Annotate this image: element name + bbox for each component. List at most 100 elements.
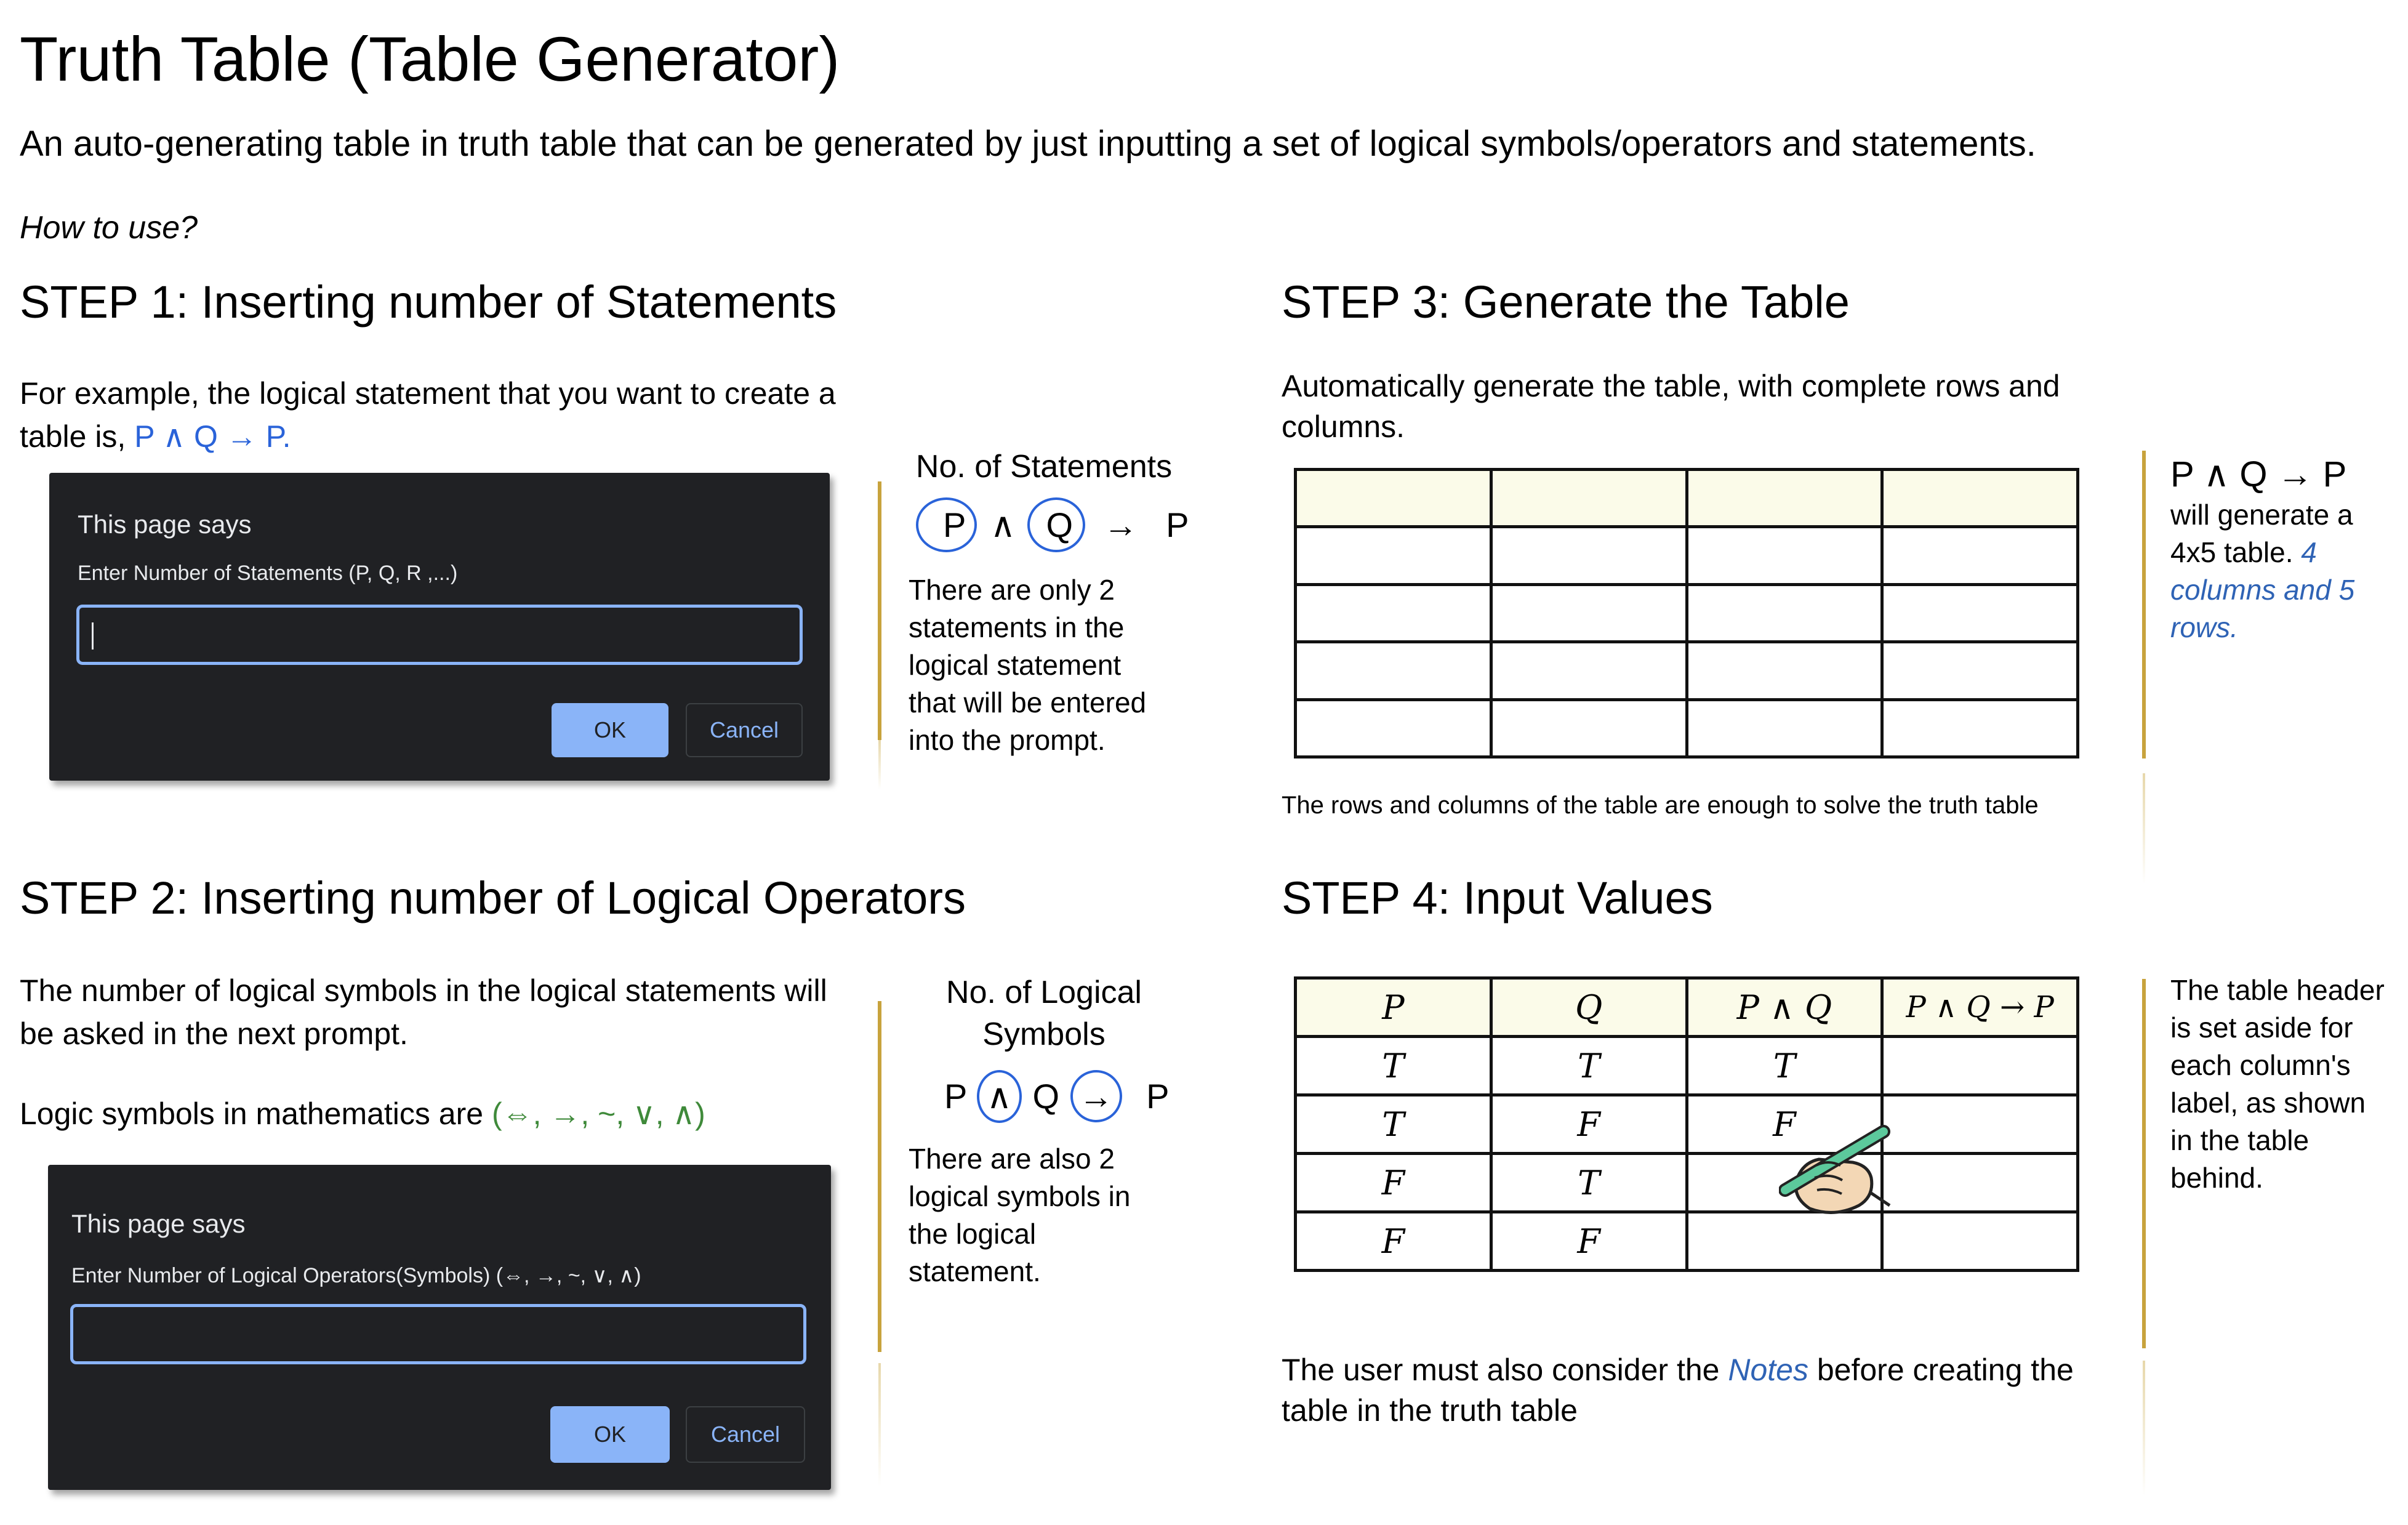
page-subtitle: An auto-generating table in truth table …	[20, 124, 2036, 164]
table-cell	[1489, 525, 1688, 586]
step2-side-note: There are also 2 logical symbols in the …	[909, 1140, 1130, 1290]
step2-cancel-button[interactable]: Cancel	[686, 1406, 805, 1463]
table-cell	[1685, 582, 1884, 644]
step1-text-line2: table is, P ∧ Q → P.	[20, 415, 836, 458]
text-caret	[92, 622, 94, 650]
step2-side-formula: P ∧ Q → P	[944, 1070, 1170, 1123]
note-line: 4x5 table. 4	[2170, 534, 2354, 571]
table-cell	[1294, 582, 1493, 644]
step1-divider-fade	[878, 740, 881, 789]
writing-hand-icon	[1779, 1125, 1891, 1214]
formula-implies-symbol: →	[1103, 505, 1138, 544]
table-header-p-and-q-implies-p: P ∧ Q → P	[1880, 976, 2079, 1038]
step1-cancel-button[interactable]: Cancel	[686, 703, 803, 757]
formula-and-symbol: ∧	[990, 505, 1016, 544]
step1-side-label: No. of Statements	[915, 449, 1173, 485]
step1-dialog-title: This page says	[78, 510, 252, 539]
step4-heading: STEP 4: Input Values	[1282, 872, 1713, 923]
step4-text-line1: The user must also consider the Notes be…	[1282, 1350, 2074, 1390]
step1-dialog-prompt: Enter Number of Statements (P, Q, R ,...…	[78, 561, 458, 585]
step2-dialog-title: This page says	[71, 1209, 246, 1238]
table-cell	[1880, 525, 2079, 586]
table-cell: T	[1294, 1093, 1493, 1155]
step2-divider-fade	[878, 1363, 881, 1486]
step3-side-note: will generate a 4x5 table. 4 columns and…	[2170, 496, 2354, 646]
table-header-q: Q	[1489, 976, 1688, 1038]
step2-ok-button[interactable]: OK	[550, 1406, 670, 1463]
table-cell	[1880, 1152, 2079, 1213]
table-cell: F	[1489, 1210, 1688, 1272]
page-title: Truth Table (Table Generator)	[20, 24, 840, 94]
step3-text-line1: Automatically generate the table, with c…	[1282, 369, 2060, 403]
circled-statement-p: P	[916, 497, 977, 552]
step3-caption: The rows and columns of the table are en…	[1282, 792, 2039, 819]
note-line: is set aside for	[2170, 1012, 2353, 1044]
table-cell: T	[1685, 1035, 1884, 1096]
notes-link[interactable]: Notes	[1728, 1353, 1808, 1387]
table-cell	[1489, 640, 1688, 701]
step2-symbols-list: (⇔, →, ~, ∨, ∧)	[491, 1096, 705, 1131]
table-cell	[1294, 467, 1493, 529]
table-cell	[1880, 640, 2079, 701]
note-line: label, as shown	[2170, 1087, 2366, 1119]
step3-heading: STEP 3: Generate the Table	[1282, 276, 1850, 328]
step2-dialog-prompt: Enter Number of Logical Operators(Symbol…	[71, 1264, 641, 1287]
step2-side-label: No. of Logical Symbols	[910, 972, 1178, 1055]
circled-and-symbol: ∧	[976, 1070, 1022, 1123]
step2-text: The number of logical symbols in the log…	[20, 969, 827, 1055]
note-highlight: columns and 5	[2170, 574, 2355, 606]
step1-text: For example, the logical statement that …	[20, 372, 836, 458]
table-cell	[1489, 582, 1688, 644]
step2-prompt-dialog: This page says Enter Number of Logical O…	[48, 1165, 831, 1490]
table-header-p-and-q: P ∧ Q	[1685, 976, 1884, 1038]
table-cell	[1880, 582, 2079, 644]
step1-divider	[878, 481, 881, 740]
note-line: in the table	[2170, 1124, 2310, 1156]
step4-side-note: The table header is set aside for each c…	[2170, 972, 2385, 1197]
table-cell	[1880, 1093, 2079, 1155]
table-cell	[1294, 640, 1493, 701]
circled-implies-symbol: →	[1070, 1070, 1122, 1122]
table-cell	[1294, 525, 1493, 586]
note-line: statement.	[909, 1255, 1041, 1287]
note-line: each column's	[2170, 1049, 2351, 1081]
note-line: statements in the	[909, 611, 1125, 643]
step1-side-formula: P ∧ Q → P	[916, 497, 1189, 552]
formula-p: P	[1166, 505, 1189, 544]
step2-symbols-prefix: Logic symbols in mathematics are	[20, 1096, 492, 1131]
step1-dialog-input[interactable]	[76, 605, 803, 665]
table-cell	[1880, 698, 2079, 759]
step2-heading: STEP 2: Inserting number of Logical Oper…	[20, 872, 966, 923]
table-cell	[1489, 467, 1688, 529]
step2-text-line1: The number of logical symbols in the log…	[20, 973, 827, 1008]
table-cell: F	[1294, 1152, 1493, 1213]
table-cell	[1685, 525, 1884, 586]
step2-dialog-input[interactable]	[70, 1304, 806, 1364]
formula-q: Q	[1032, 1077, 1060, 1116]
note-highlight: rows.	[2170, 611, 2238, 643]
page: Truth Table (Table Generator) An auto-ge…	[0, 0, 2408, 1525]
table-cell	[1685, 1210, 1884, 1272]
step2-side-label-line2: Symbols	[982, 1016, 1106, 1052]
how-to-use-label: How to use?	[20, 210, 198, 246]
table-header-p: P	[1294, 976, 1493, 1038]
circled-statement-q: Q	[1027, 497, 1086, 552]
note-line: logical symbols in	[909, 1180, 1131, 1212]
step1-side-note: There are only 2 statements in the logic…	[909, 571, 1146, 759]
step1-heading: STEP 1: Inserting number of Statements	[20, 276, 837, 328]
step2-text-line2: be asked in the next prompt.	[20, 1016, 408, 1051]
step4-divider	[2142, 979, 2146, 1348]
step1-ok-button[interactable]: OK	[552, 703, 668, 757]
note-line: There are also 2	[909, 1143, 1115, 1175]
step1-text-line1: For example, the logical statement that …	[20, 376, 836, 411]
step4-text: The user must also consider the Notes be…	[1282, 1350, 2074, 1431]
note-highlight: 4	[2301, 536, 2317, 568]
table-cell	[1880, 1210, 2079, 1272]
formula-p: P	[944, 1077, 968, 1116]
table-cell	[1489, 698, 1688, 759]
table-cell	[1880, 467, 2079, 529]
table-cell	[1685, 640, 1884, 701]
step1-text-line2-prefix: table is,	[20, 419, 135, 454]
step3-side-formula: P ∧ Q → P	[2170, 454, 2347, 494]
note-line: There are only 2	[909, 574, 1115, 606]
